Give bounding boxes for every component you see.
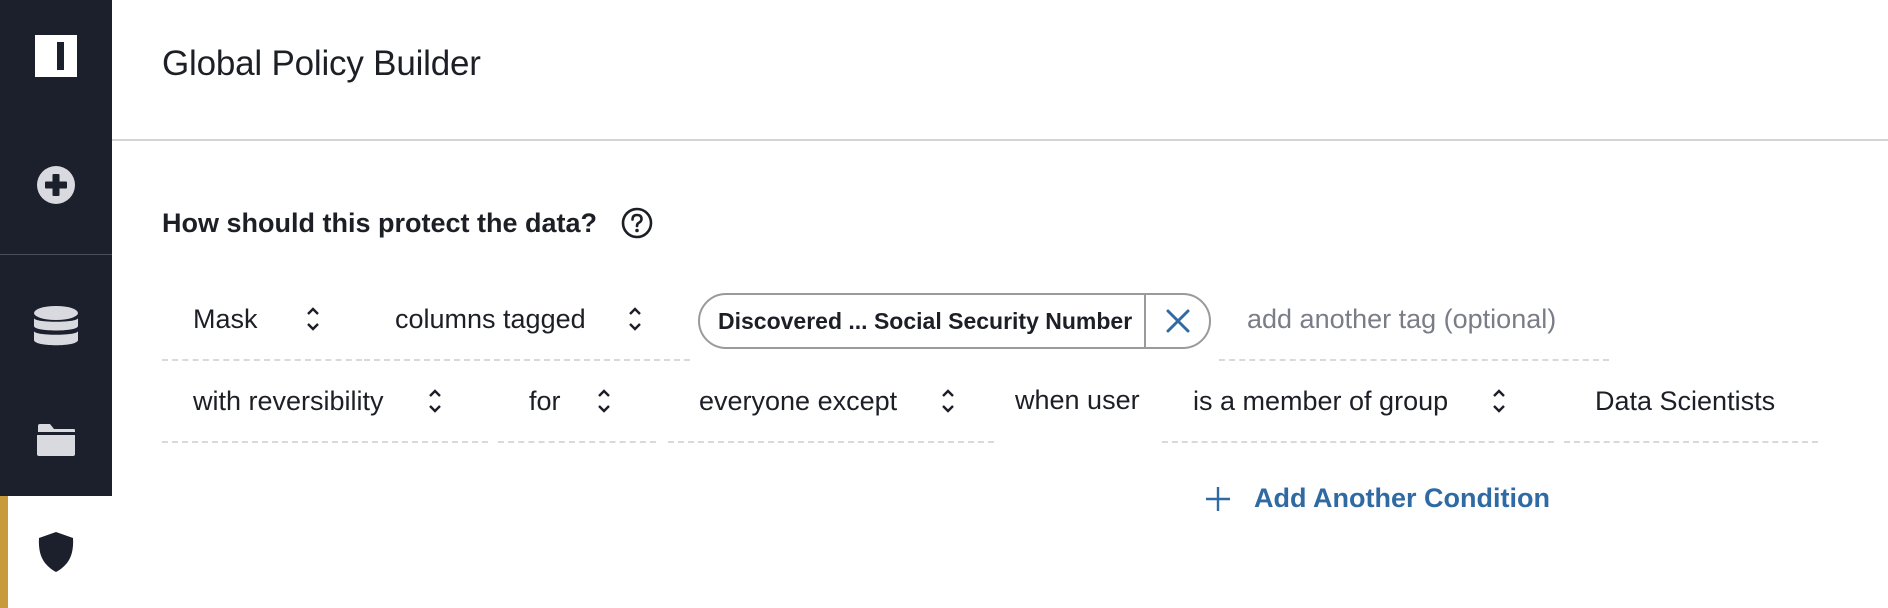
chevron-up-down-icon [306,305,320,333]
add-condition-button[interactable]: Add Another Condition [1204,483,1550,514]
sidebar-divider [0,254,112,255]
sidebar-item-data-sources[interactable] [0,270,112,384]
for-value: for [529,385,561,416]
app-root: Global Policy Builder How should this pr… [0,0,1888,608]
for-select[interactable]: for [498,361,656,443]
plus-icon [1206,486,1230,511]
sidebar-item-policies[interactable] [0,496,112,608]
group-select[interactable]: Data Scientists [1564,361,1818,443]
chevron-up-down-icon [1492,387,1506,415]
chevron-up-down-icon [628,305,642,333]
sidebar-item-add[interactable] [0,128,112,242]
sidebar-active-indicator [0,496,8,608]
sidebar [0,0,112,608]
audience-select[interactable]: everyone except [668,361,994,443]
sidebar-item-projects[interactable] [0,384,112,496]
question-circle-icon[interactable] [621,207,653,239]
group-value: Data Scientists [1595,385,1776,416]
sidebar-item-logo[interactable] [0,0,112,112]
chevron-up-down-icon [428,387,442,415]
close-icon [1166,309,1189,333]
page-title: Global Policy Builder [162,44,481,83]
action-select[interactable]: Mask [162,279,362,361]
add-condition-label: Add Another Condition [1254,483,1550,513]
action-value: Mask [193,303,258,334]
condition-select[interactable]: is a member of group [1162,361,1554,443]
database-icon [34,306,78,346]
question-heading: How should this protect the data? [162,207,653,239]
chevron-up-down-icon [597,387,611,415]
audience-value: everyone except [699,385,898,416]
remove-tag-button[interactable] [1144,295,1209,347]
target-select[interactable]: columns tagged [364,279,690,361]
logo-icon [35,35,77,77]
page-header: Global Policy Builder [112,0,1888,141]
tag-chip-label: Discovered ... Social Security Number [718,307,1133,334]
when-user-label: when user [1015,385,1140,415]
chevron-up-down-icon [941,387,955,415]
condition-value: is a member of group [1193,385,1449,416]
target-value: columns tagged [395,303,586,334]
add-tag-input[interactable] [1219,279,1609,361]
folder-icon [37,424,75,456]
plus-circle-icon [37,166,75,204]
reversibility-select[interactable]: with reversibility [162,361,488,443]
shield-icon [38,532,74,572]
question-text: How should this protect the data? [162,207,598,238]
policy-builder: How should this protect the data? Mask c… [112,143,1888,608]
tag-chip: Discovered ... Social Security Number [698,293,1211,349]
reversibility-value: with reversibility [193,385,384,416]
